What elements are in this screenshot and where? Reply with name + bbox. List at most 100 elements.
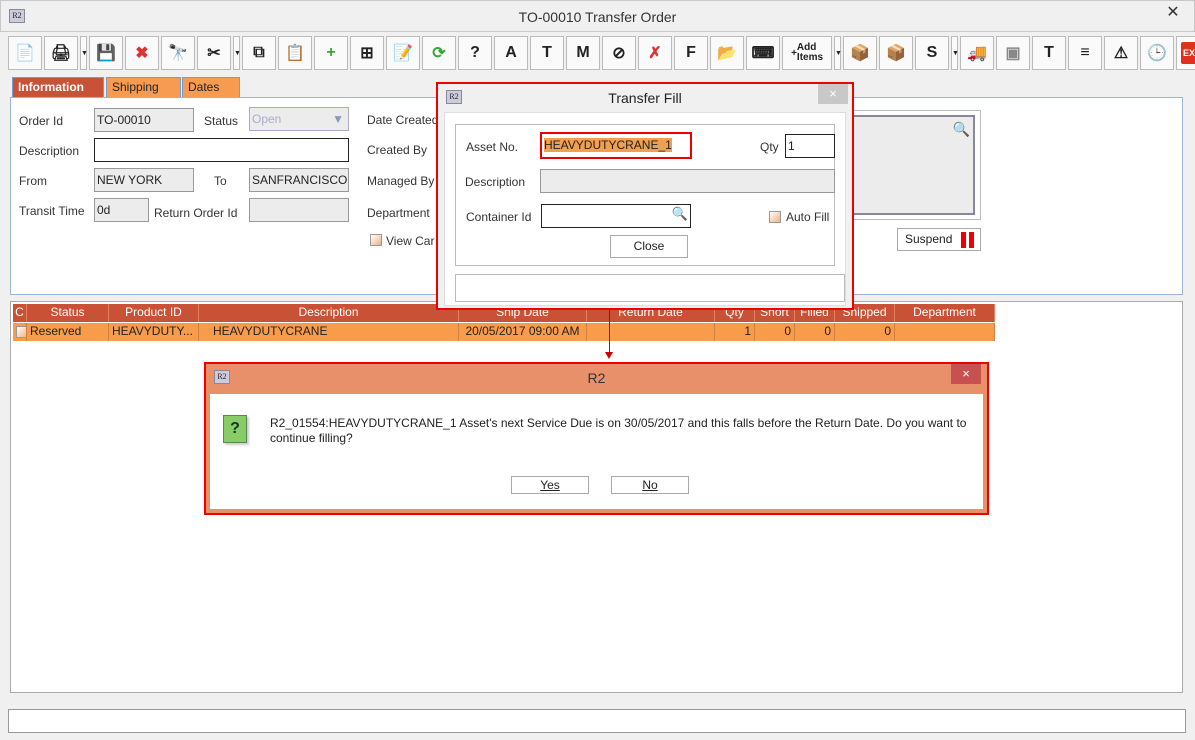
- description-field[interactable]: [94, 138, 349, 162]
- cancel-button[interactable]: ⊘: [602, 36, 636, 70]
- receive-multi-icon: 📦: [886, 45, 906, 62]
- misc-po-button[interactable]: M: [566, 36, 600, 70]
- tab-shipping[interactable]: Shipping: [106, 77, 181, 97]
- table-cell[interactable]: [587, 323, 715, 341]
- asset-no-field[interactable]: HEAVYDUTYCRANE_1: [540, 132, 692, 159]
- container-id-field[interactable]: 🔍: [541, 204, 691, 228]
- remove-doc-button[interactable]: ✗: [638, 36, 672, 70]
- suspend-button[interactable]: Suspend: [897, 228, 981, 251]
- truck-button[interactable]: 🚚: [960, 36, 994, 70]
- exit-icon: EXIT: [1180, 42, 1195, 64]
- created-by-label: Created By: [367, 143, 428, 157]
- transit-time-field[interactable]: 0d: [94, 198, 149, 222]
- to-field[interactable]: SANFRANCISCO: [249, 168, 349, 192]
- search-icon[interactable]: 🔍: [953, 121, 970, 138]
- save-button[interactable]: 💾: [89, 36, 123, 70]
- row-checkbox[interactable]: [13, 323, 27, 341]
- dialog-close-button[interactable]: ×: [818, 84, 848, 104]
- return-button[interactable]: T: [1032, 36, 1066, 70]
- close-button[interactable]: Close: [610, 235, 688, 258]
- asset-button[interactable]: A: [494, 36, 528, 70]
- refresh-button[interactable]: ⟳: [422, 36, 456, 70]
- order-id-field[interactable]: TO-00010: [94, 108, 194, 132]
- t-card-button[interactable]: T: [530, 36, 564, 70]
- add-items-label: Add Items: [796, 42, 824, 63]
- column-header[interactable]: Description: [199, 304, 459, 322]
- asset-no-value: HEAVYDUTYCRANE_1: [544, 138, 672, 152]
- table-cell[interactable]: 20/05/2017 09:00 AM: [459, 323, 587, 341]
- suspend-label: Suspend: [905, 232, 953, 246]
- receive-button[interactable]: 📦: [843, 36, 877, 70]
- auto-fill-checkbox[interactable]: [769, 211, 781, 223]
- description-label: Description: [19, 144, 80, 158]
- view-cart-checkbox[interactable]: [370, 234, 382, 246]
- query-button[interactable]: ?: [458, 36, 492, 70]
- warning-doc-button[interactable]: ⚠: [1104, 36, 1138, 70]
- cut-dropdown[interactable]: ▼: [233, 36, 241, 70]
- key-button[interactable]: ⌨: [746, 36, 780, 70]
- add-line-button[interactable]: +: [314, 36, 348, 70]
- alert-close-button[interactable]: ×: [951, 364, 981, 384]
- search-icon[interactable]: 🔍: [672, 206, 688, 222]
- document-button[interactable]: ≡: [1068, 36, 1102, 70]
- table-cell[interactable]: 0: [795, 323, 835, 341]
- add-items-button[interactable]: + Add Items: [782, 36, 832, 70]
- receive-icon: 📦: [850, 45, 870, 62]
- from-field[interactable]: NEW YORK: [94, 168, 194, 192]
- delete-button[interactable]: ✖: [125, 36, 159, 70]
- cut-button[interactable]: ✂: [197, 36, 231, 70]
- column-header[interactable]: Product ID: [109, 304, 199, 322]
- table-cell[interactable]: 0: [755, 323, 795, 341]
- column-header[interactable]: Status: [27, 304, 109, 322]
- no-button[interactable]: No: [611, 476, 689, 494]
- table-cell[interactable]: HEAVYDUTY...: [109, 323, 199, 341]
- add-sub-line-button[interactable]: ⊞: [350, 36, 384, 70]
- t-card-icon: T: [542, 44, 552, 61]
- file-button[interactable]: F: [674, 36, 708, 70]
- table-cell[interactable]: HEAVYDUTYCRANE: [199, 323, 459, 341]
- new-icon: 📄: [15, 45, 35, 62]
- exit-button[interactable]: EXIT: [1176, 36, 1195, 70]
- notes-icon: 📝: [393, 45, 413, 62]
- transfer-fill-dialog: R2 Transfer Fill × Asset No. HEAVYDUTYCR…: [436, 82, 854, 310]
- table-cell[interactable]: [895, 323, 995, 341]
- print-button[interactable]: 🖨: [44, 36, 78, 70]
- asset-icon: A: [505, 44, 517, 61]
- tab-information[interactable]: Information: [12, 77, 104, 97]
- copy-icon: ⧉: [253, 44, 265, 61]
- status-select[interactable]: Open ▼: [249, 107, 349, 131]
- print-icon: 🖨: [50, 45, 72, 62]
- notes-clock-button[interactable]: 🕒: [1140, 36, 1174, 70]
- column-header[interactable]: Department: [895, 304, 995, 322]
- notes-button[interactable]: 📝: [386, 36, 420, 70]
- tab-dates[interactable]: Dates: [182, 77, 240, 97]
- folder-clock-icon: 📂: [717, 45, 737, 62]
- copy-button[interactable]: ⧉: [242, 36, 276, 70]
- add-items-dropdown[interactable]: ▼: [834, 36, 842, 70]
- transit-time-label: Transit Time: [19, 204, 85, 218]
- table-cell[interactable]: 1: [715, 323, 755, 341]
- new-button[interactable]: 📄: [8, 36, 42, 70]
- find-button[interactable]: 🔭: [161, 36, 195, 70]
- paste-button[interactable]: 📋: [278, 36, 312, 70]
- cancel-icon: ⊘: [612, 45, 626, 62]
- column-header[interactable]: C: [13, 304, 27, 322]
- table-cell[interactable]: 0: [835, 323, 895, 341]
- folder-clock-button[interactable]: 📂: [710, 36, 744, 70]
- tf-description-label: Description: [465, 175, 526, 189]
- truck-disabled-button[interactable]: ▣: [996, 36, 1030, 70]
- add-line-icon: +: [326, 44, 336, 61]
- qty-field[interactable]: 1: [785, 134, 835, 158]
- ship-button[interactable]: S: [915, 36, 949, 70]
- window-close-button[interactable]: ✕: [1158, 3, 1188, 23]
- receive-multi-button[interactable]: 📦: [879, 36, 913, 70]
- yes-button[interactable]: Yes: [511, 476, 589, 494]
- print-dropdown[interactable]: ▼: [80, 36, 88, 70]
- delete-icon: ✖: [135, 45, 149, 62]
- order-id-label: Order Id: [19, 114, 64, 128]
- ship-dropdown[interactable]: ▼: [951, 36, 959, 70]
- tf-description-field[interactable]: [540, 169, 835, 193]
- return-order-field[interactable]: [249, 198, 349, 222]
- truck-disabled-icon: ▣: [1005, 45, 1021, 62]
- table-cell[interactable]: Reserved: [27, 323, 109, 341]
